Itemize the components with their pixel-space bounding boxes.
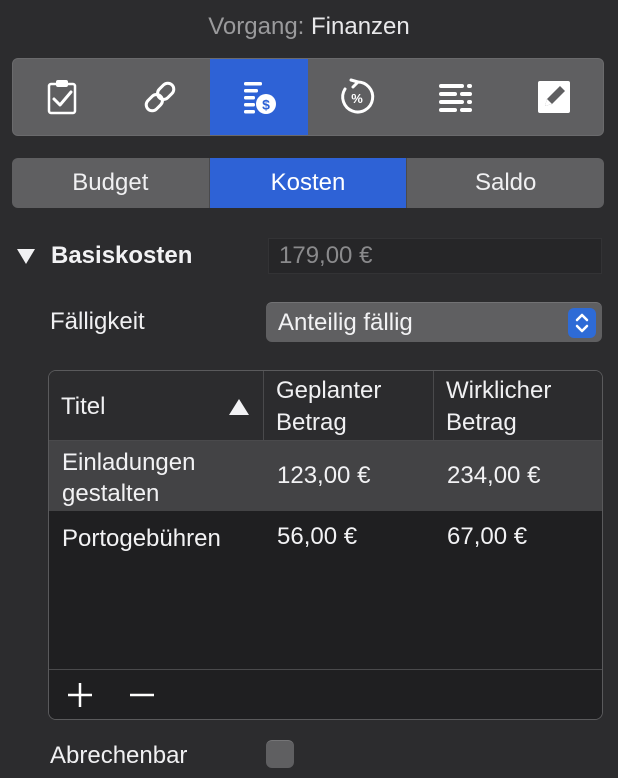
base-costs-label: Basiskosten — [51, 242, 193, 269]
inspector-panel: Vorgang: Finanzen $ % Budget Kosten Sald… — [0, 0, 618, 778]
table-row[interactable]: Einladungen gestalten 123,00 € 234,00 € — [49, 441, 602, 511]
due-select-value: Anteilig fällig — [278, 309, 413, 336]
remove-icon[interactable] — [127, 680, 157, 710]
table-row[interactable]: Portogebühren 56,00 € 67,00 € — [49, 511, 602, 569]
column-header-actual-line2: Betrag — [446, 409, 517, 436]
percent-progress-icon: % — [341, 78, 375, 114]
toolbar-button-task[interactable] — [13, 59, 111, 135]
row-planned: 123,00 € — [277, 462, 371, 489]
inspector-header: Vorgang: Finanzen — [0, 12, 618, 42]
base-costs-field[interactable]: 179,00 € — [268, 238, 602, 274]
column-header-planned[interactable]: Geplanter Betrag — [263, 371, 434, 441]
column-header-planned-line2: Betrag — [276, 409, 347, 436]
add-icon[interactable] — [65, 680, 95, 710]
due-select[interactable]: Anteilig fällig — [266, 302, 602, 342]
pencil-note-icon — [537, 81, 570, 113]
finance-icon: $ — [243, 82, 276, 114]
row-title-line1: Einladungen — [62, 449, 196, 476]
cost-view-tabs: Budget Kosten Saldo — [12, 158, 604, 208]
due-label: Fälligkeit — [50, 308, 145, 335]
toolbar-button-progress[interactable]: % — [308, 59, 406, 135]
column-header-planned-line1: Geplanter — [276, 377, 382, 404]
inspector-icon-toolbar: $ % — [12, 58, 604, 136]
link-icon — [145, 81, 176, 113]
list-icon — [439, 84, 473, 112]
billable-label: Abrechenbar — [50, 742, 188, 769]
toolbar-button-links[interactable] — [111, 59, 209, 135]
row-title: Portogebühren — [62, 525, 221, 552]
row-title-line2: gestalten — [62, 480, 160, 507]
tab-kosten[interactable]: Kosten — [208, 158, 407, 208]
tab-saldo[interactable]: Saldo — [406, 158, 604, 208]
header-label: Vorgang: — [208, 13, 305, 40]
tab-budget[interactable]: Budget — [12, 158, 209, 208]
row-actual: 234,00 € — [447, 462, 541, 489]
row-title: Einladungen gestalten — [62, 447, 262, 509]
toolbar-button-list[interactable] — [406, 59, 504, 135]
row-planned: 56,00 € — [277, 523, 358, 550]
sort-ascending-icon — [229, 399, 249, 415]
clipboard-check-icon — [47, 80, 77, 115]
costs-table: Titel Geplanter Betrag Wirklicher Betrag… — [48, 370, 603, 720]
column-header-title[interactable]: Titel — [61, 371, 261, 441]
row-actual: 67,00 € — [447, 523, 528, 550]
header-value: Finanzen — [311, 13, 410, 40]
toolbar-button-finance[interactable]: $ — [209, 59, 308, 135]
column-header-actual[interactable]: Wirklicher Betrag — [433, 371, 602, 441]
table-footer — [49, 669, 602, 719]
disclosure-triangle-icon[interactable] — [14, 244, 38, 268]
svg-text:$: $ — [262, 97, 270, 113]
column-header-title-label: Titel — [61, 393, 106, 420]
toolbar-button-notes[interactable] — [505, 59, 603, 135]
column-header-actual-line1: Wirklicher — [446, 377, 552, 404]
billable-checkbox[interactable] — [266, 740, 294, 768]
base-costs-row: Basiskosten 179,00 € — [14, 236, 604, 276]
table-header: Titel Geplanter Betrag Wirklicher Betrag — [49, 371, 602, 441]
chevron-up-down-icon — [568, 308, 596, 338]
svg-text:%: % — [351, 91, 363, 106]
